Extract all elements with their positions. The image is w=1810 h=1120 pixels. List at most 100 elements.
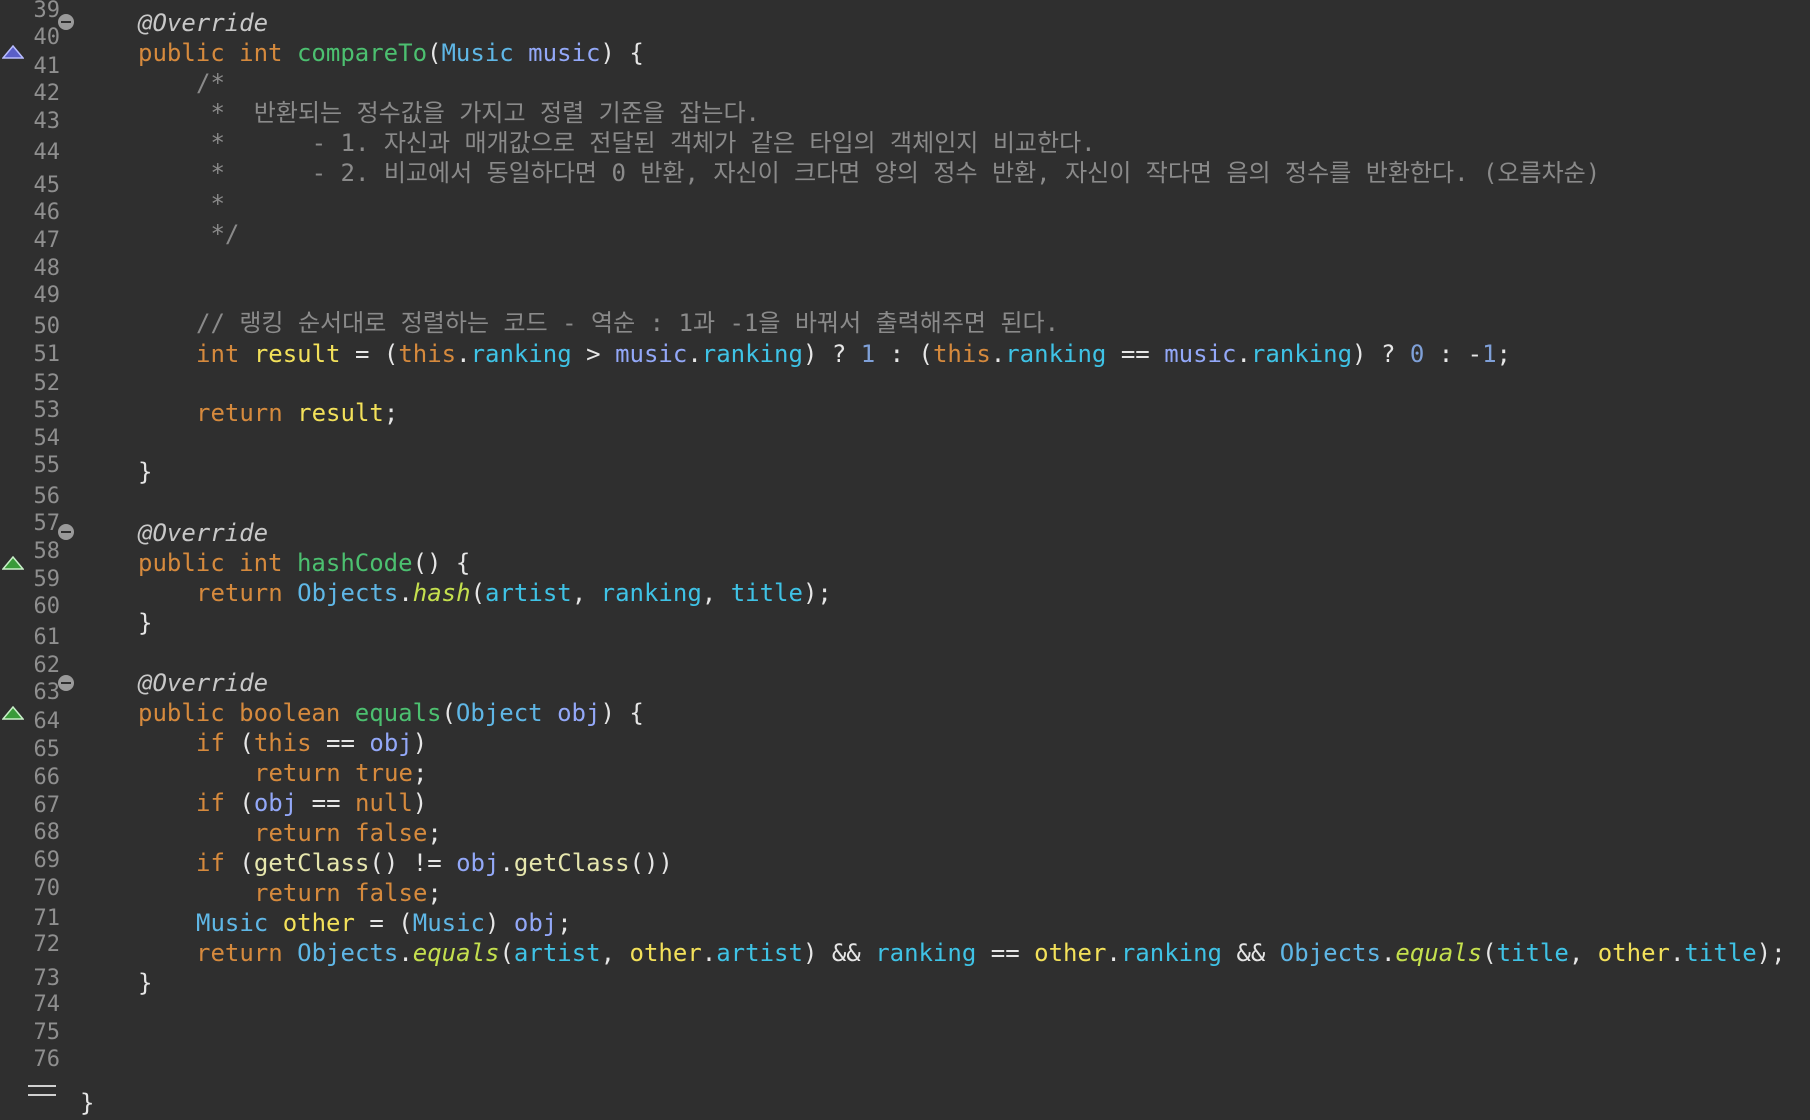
code-token: .: [1106, 939, 1121, 967]
code-token: int: [239, 549, 283, 577]
code-line[interactable]: if (getClass() != obj.getClass()): [196, 848, 673, 878]
code-token: int: [239, 39, 283, 67]
code-line[interactable]: if (this == obj): [196, 728, 427, 758]
code-token: * 반환되는 정수값을 가지고 정렬 기준을 잡는다.: [196, 99, 761, 127]
code-token: >: [571, 340, 616, 368]
code-line[interactable]: return Objects.equals(artist, other.arti…: [196, 938, 1786, 968]
code-token: // 랭킹 순서대로 정렬하는 코드 - 역순 : 1과 -1을 바꿔서 출력해…: [196, 309, 1060, 337]
code-editor[interactable]: 39 40 41 42 43 44 45 46 47 48 49 50 51 52 53 54 55 56 57 58…: [0, 0, 1810, 1120]
code-line[interactable]: return result;: [196, 398, 398, 428]
code-token: (: [441, 699, 456, 727]
code-line[interactable]: return false;: [254, 878, 442, 908]
code-token: (: [499, 939, 514, 967]
code-token: ;: [427, 879, 442, 907]
code-token: obj: [253, 789, 298, 817]
code-token: () !=: [369, 849, 457, 877]
code-token: .: [398, 939, 413, 967]
code-token: return: [196, 939, 283, 967]
code-line[interactable]: int result = (this.ranking > music.ranki…: [196, 339, 1511, 369]
code-token: ,: [600, 939, 630, 967]
code-line[interactable]: Music other = (Music) obj;: [196, 908, 572, 938]
code-token: ;: [427, 819, 442, 847]
code-token: return: [254, 759, 341, 787]
code-line[interactable]: return Objects.hash(artist, ranking, tit…: [196, 578, 832, 608]
code-line[interactable]: public int hashCode() {: [138, 548, 470, 578]
code-token: return: [254, 879, 341, 907]
code-token: public: [138, 699, 225, 727]
code-line[interactable]: if (obj == null): [196, 788, 427, 818]
code-token: 0: [1409, 340, 1425, 368]
code-token: 1: [860, 340, 876, 368]
code-token: Objects: [297, 939, 399, 967]
code-token: equals: [1395, 939, 1483, 967]
code-token: );: [1756, 939, 1786, 967]
code-token: ;: [383, 399, 399, 427]
code-line[interactable]: @Override: [138, 668, 268, 698]
code-token: getClass: [513, 849, 630, 877]
code-token: ranking: [470, 340, 572, 368]
code-token: obj: [557, 699, 601, 727]
code-line[interactable]: public int compareTo(Music music) {: [138, 38, 644, 68]
code-token: if: [196, 849, 225, 877]
code-token: @Override: [138, 669, 269, 697]
code-token: .: [687, 340, 702, 368]
code-token: ranking: [701, 340, 803, 368]
code-line[interactable]: * - 1. 자신과 매개값으로 전달된 객체가 같은 타입의 객체인지 비교한…: [196, 128, 1096, 158]
code-line[interactable]: /*: [196, 68, 225, 98]
code-token: public: [138, 549, 225, 577]
code-line[interactable]: public boolean equals(Object obj) {: [138, 698, 644, 728]
code-token: .: [398, 579, 413, 607]
code-token: music: [528, 39, 601, 67]
code-token: ranking: [1250, 340, 1353, 368]
code-line[interactable]: // 랭킹 순서대로 정렬하는 코드 - 역순 : 1과 -1을 바꿔서 출력해…: [196, 308, 1059, 338]
code-token: artist: [716, 939, 803, 967]
code-line[interactable]: *: [196, 189, 224, 219]
code-line[interactable]: return false;: [254, 818, 442, 848]
code-token: * - 1. 자신과 매개값으로 전달된 객체가 같은 타입의 객체인지 비교한…: [196, 129, 1096, 157]
code-token: false: [355, 819, 428, 847]
code-line[interactable]: return true;: [254, 758, 427, 788]
code-line[interactable]: }: [138, 968, 152, 998]
code-line[interactable]: @Override: [138, 8, 268, 38]
code-line[interactable]: */: [196, 219, 239, 249]
code-token: @Override: [138, 9, 269, 37]
code-token: ;: [412, 759, 428, 787]
code-token: ) ?: [1352, 340, 1410, 368]
code-line[interactable]: }: [80, 1088, 94, 1118]
code-token: equals: [354, 699, 442, 727]
code-token: ) &&: [802, 939, 876, 967]
code-line[interactable]: }: [138, 608, 152, 638]
code-token: ) {: [600, 699, 644, 727]
code-token: result: [297, 399, 384, 427]
code-line[interactable]: }: [138, 457, 152, 487]
code-token: = (: [340, 340, 399, 368]
code-token: other: [282, 909, 355, 937]
code-area[interactable]: @Override public int compareTo(Music musi…: [0, 0, 1810, 1120]
code-token: ): [485, 909, 514, 937]
end-of-file-marker: [28, 1085, 56, 1096]
code-line[interactable]: * - 2. 비교에서 동일하다면 0 반환, 자신이 크다면 양의 정수 반환…: [196, 158, 1600, 188]
code-token: Music: [196, 909, 269, 937]
code-token: return: [196, 399, 283, 427]
code-token: @Override: [138, 519, 269, 547]
code-token: ranking: [1120, 939, 1222, 967]
code-token: music: [615, 340, 688, 368]
code-token: .: [1380, 939, 1396, 967]
code-token: return: [196, 579, 283, 607]
code-token: (: [224, 789, 254, 817]
code-token: ==: [976, 939, 1035, 967]
code-token: (: [224, 849, 254, 877]
code-line[interactable]: @Override: [138, 518, 268, 548]
code-token: .: [499, 849, 514, 877]
code-token: ranking: [875, 939, 977, 967]
code-line[interactable]: * 반환되는 정수값을 가지고 정렬 기준을 잡는다.: [196, 98, 760, 128]
code-token: other: [629, 939, 702, 967]
